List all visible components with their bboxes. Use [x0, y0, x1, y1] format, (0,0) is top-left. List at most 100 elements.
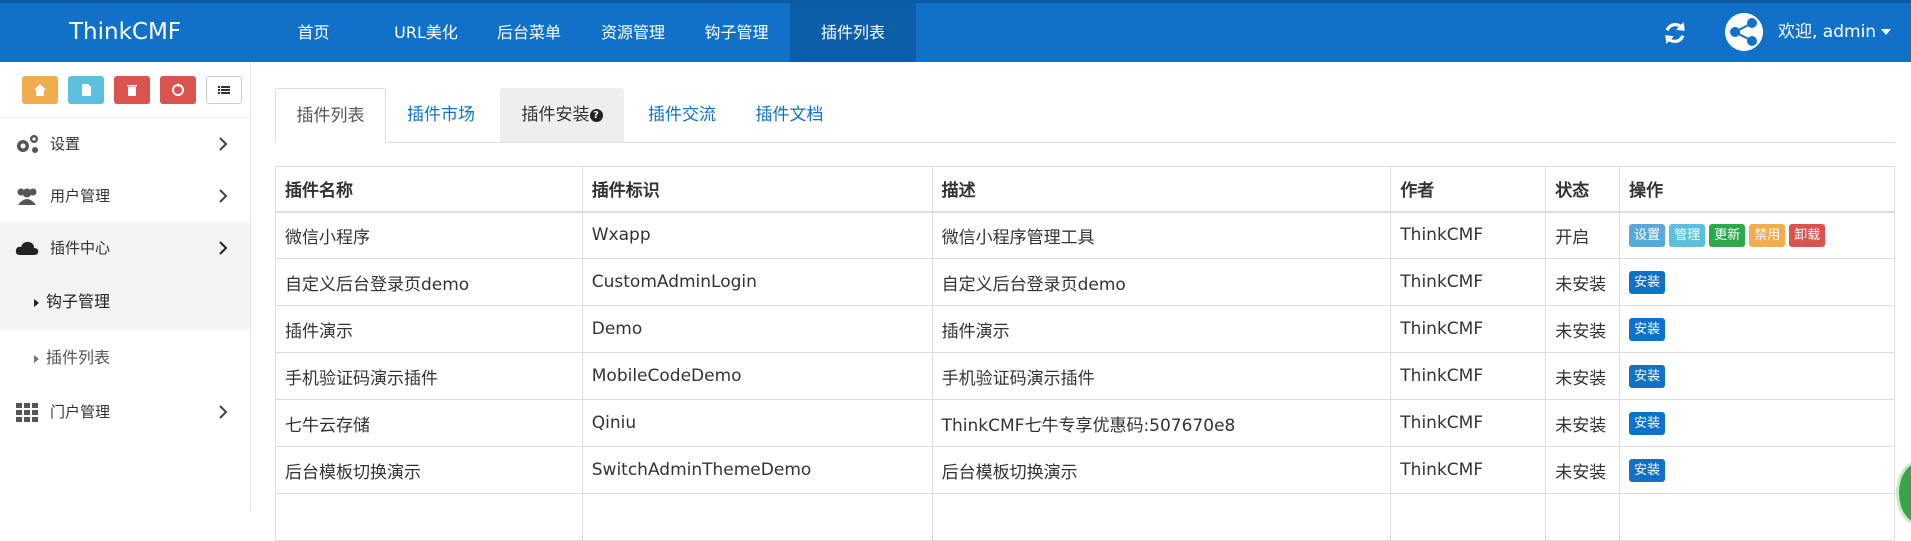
cell-id: Demo: [581, 305, 933, 353]
brand-logo[interactable]: ThinkCMF: [0, 3, 250, 62]
install-button[interactable]: 安装: [1629, 458, 1666, 482]
top-nav: 首页 URL美化 后台菜单 资源管理 钩子管理 插件列表: [250, 3, 916, 62]
shortcut-home[interactable]: [22, 75, 58, 104]
cell-actions: 安装: [1619, 258, 1895, 306]
uninstall-button[interactable]: 卸载: [1789, 223, 1826, 247]
col-header-status: 状态: [1545, 166, 1621, 213]
cell-desc: ThinkCMF七牛专享优惠码:507670e8: [931, 399, 1392, 447]
home-icon: [34, 83, 46, 96]
shortcut-list[interactable]: [206, 75, 242, 104]
cell-desc: 微信小程序管理工具: [931, 211, 1392, 259]
chevron-right-icon: [219, 137, 228, 151]
cell-name: 插件演示: [275, 305, 583, 353]
install-button[interactable]: 安装: [1629, 364, 1666, 388]
cell-status: 未安装: [1545, 258, 1621, 306]
shortcut-trash[interactable]: [114, 75, 150, 104]
table-header-row: 插件名称 插件标识 描述 作者 状态 操作: [275, 166, 1895, 213]
sidebar-subitem-plugin-list[interactable]: 插件列表: [0, 330, 250, 386]
shortcut-recycle[interactable]: [160, 75, 196, 104]
cell-desc: 手机验证码演示插件: [931, 352, 1392, 400]
install-button[interactable]: 安装: [1629, 411, 1666, 435]
user-greeting: 欢迎, admin: [1778, 22, 1877, 42]
tab-plugin-exchange[interactable]: 插件交流: [627, 88, 737, 142]
sidebar-subitem-label: 钩子管理: [46, 292, 111, 311]
nav-url-beautify[interactable]: URL美化: [377, 3, 475, 62]
cell-desc: 后台模板切换演示: [931, 446, 1392, 494]
cell-status: 未安装: [1545, 305, 1621, 353]
cell-author: ThinkCMF: [1390, 399, 1547, 447]
table-row: 手机验证码演示插件 MobileCodeDemo 手机验证码演示插件 Think…: [275, 352, 1895, 400]
plugin-tabs: 插件列表 插件市场 插件安装? 插件交流 插件文档: [275, 88, 1895, 143]
sidebar-item-label: 设置: [50, 135, 81, 153]
sidebar-menu: 设置 用户管理 插件中心 钩子管理 插件列表 门户管理: [0, 118, 250, 438]
table-row: 微信小程序 Wxapp 微信小程序管理工具 ThinkCMF 开启 设置 管理 更新…: [275, 211, 1895, 259]
refresh-icon[interactable]: [1662, 20, 1688, 46]
nav-home[interactable]: 首页: [250, 3, 377, 62]
sidebar-subitem-hook-manage[interactable]: 钩子管理: [0, 274, 250, 330]
install-button[interactable]: 安装: [1629, 317, 1666, 341]
sidebar-item-portal[interactable]: 门户管理: [0, 386, 250, 438]
cell-status: 未安装: [1545, 352, 1621, 400]
cell-actions: 安装: [1619, 399, 1895, 447]
cell-author: ThinkCMF: [1390, 258, 1547, 306]
cell-id: Wxapp: [581, 211, 933, 259]
cell-status: 未安装: [1545, 399, 1621, 447]
manage-button[interactable]: 管理: [1669, 223, 1706, 247]
trash-icon: [127, 84, 137, 96]
tab-plugin-install[interactable]: 插件安装?: [500, 88, 624, 142]
nav-hook-manage[interactable]: 钩子管理: [683, 3, 790, 62]
list-icon: [218, 85, 230, 94]
sidebar-subitem-label: 插件列表: [46, 348, 111, 367]
cell-id: Qiniu: [581, 399, 933, 447]
tab-plugin-docs[interactable]: 插件文档: [737, 88, 842, 142]
col-header-author: 作者: [1390, 166, 1547, 213]
sidebar-item-users[interactable]: 用户管理: [0, 170, 250, 222]
avatar[interactable]: [1725, 13, 1763, 51]
gears-icon: [17, 135, 38, 153]
settings-button[interactable]: 设置: [1629, 223, 1666, 247]
sidebar-item-plugin-center[interactable]: 插件中心: [0, 222, 250, 274]
table-row: [275, 493, 1895, 541]
chevron-right-icon: [219, 405, 228, 419]
recycle-icon: [172, 82, 184, 96]
nav-plugin-list[interactable]: 插件列表: [790, 3, 916, 62]
disable-button[interactable]: 禁用: [1749, 223, 1786, 247]
cell-id: MobileCodeDemo: [581, 352, 933, 400]
col-header-id: 插件标识: [581, 166, 933, 213]
sidebar-item-label: 插件中心: [50, 239, 111, 257]
sidebar: 设置 用户管理 插件中心 钩子管理 插件列表 门户管理: [0, 62, 251, 511]
caret-right-icon: [34, 299, 39, 307]
user-menu[interactable]: 欢迎, admin: [1778, 3, 1892, 62]
nav-resource-manage[interactable]: 资源管理: [583, 3, 683, 62]
question-icon: ?: [589, 108, 603, 122]
cell-name: 自定义后台登录页demo: [275, 258, 583, 306]
update-button[interactable]: 更新: [1709, 223, 1746, 247]
cell-name: 微信小程序: [275, 211, 583, 259]
sidebar-item-settings[interactable]: 设置: [0, 118, 250, 170]
caret-right-icon: [34, 355, 39, 363]
floating-widget[interactable]: [1896, 460, 1911, 526]
shortcut-bar: [0, 62, 250, 118]
cell-id: SwitchAdminThemeDemo: [581, 446, 933, 494]
tab-plugin-market[interactable]: 插件市场: [386, 88, 496, 142]
cell-author: ThinkCMF: [1390, 305, 1547, 353]
shortcut-file[interactable]: [68, 75, 104, 104]
chevron-right-icon: [219, 241, 228, 255]
cell-name: 后台模板切换演示: [275, 446, 583, 494]
col-header-actions: 操作: [1619, 166, 1895, 213]
tab-plugin-list[interactable]: 插件列表: [275, 88, 386, 143]
sidebar-item-label: 门户管理: [50, 403, 111, 421]
cell-actions: 安装: [1619, 305, 1895, 353]
sidebar-item-label: 用户管理: [50, 187, 111, 205]
plugin-table: 插件名称 插件标识 描述 作者 状态 操作 微信小程序 Wxapp 微信小程序管…: [275, 166, 1895, 541]
cell-actions: 安装: [1619, 352, 1895, 400]
nav-admin-menu[interactable]: 后台菜单: [475, 3, 583, 62]
cell-author: ThinkCMF: [1390, 446, 1547, 494]
tab-label: 插件安装: [521, 105, 590, 125]
table-row: 自定义后台登录页demo CustomAdminLogin 自定义后台登录页de…: [275, 258, 1895, 306]
cell-actions: 设置 管理 更新 禁用 卸载: [1619, 211, 1895, 259]
users-icon: [17, 188, 37, 205]
install-button[interactable]: 安装: [1629, 270, 1666, 294]
cell-desc: 插件演示: [931, 305, 1392, 353]
cloud-icon: [15, 241, 39, 255]
